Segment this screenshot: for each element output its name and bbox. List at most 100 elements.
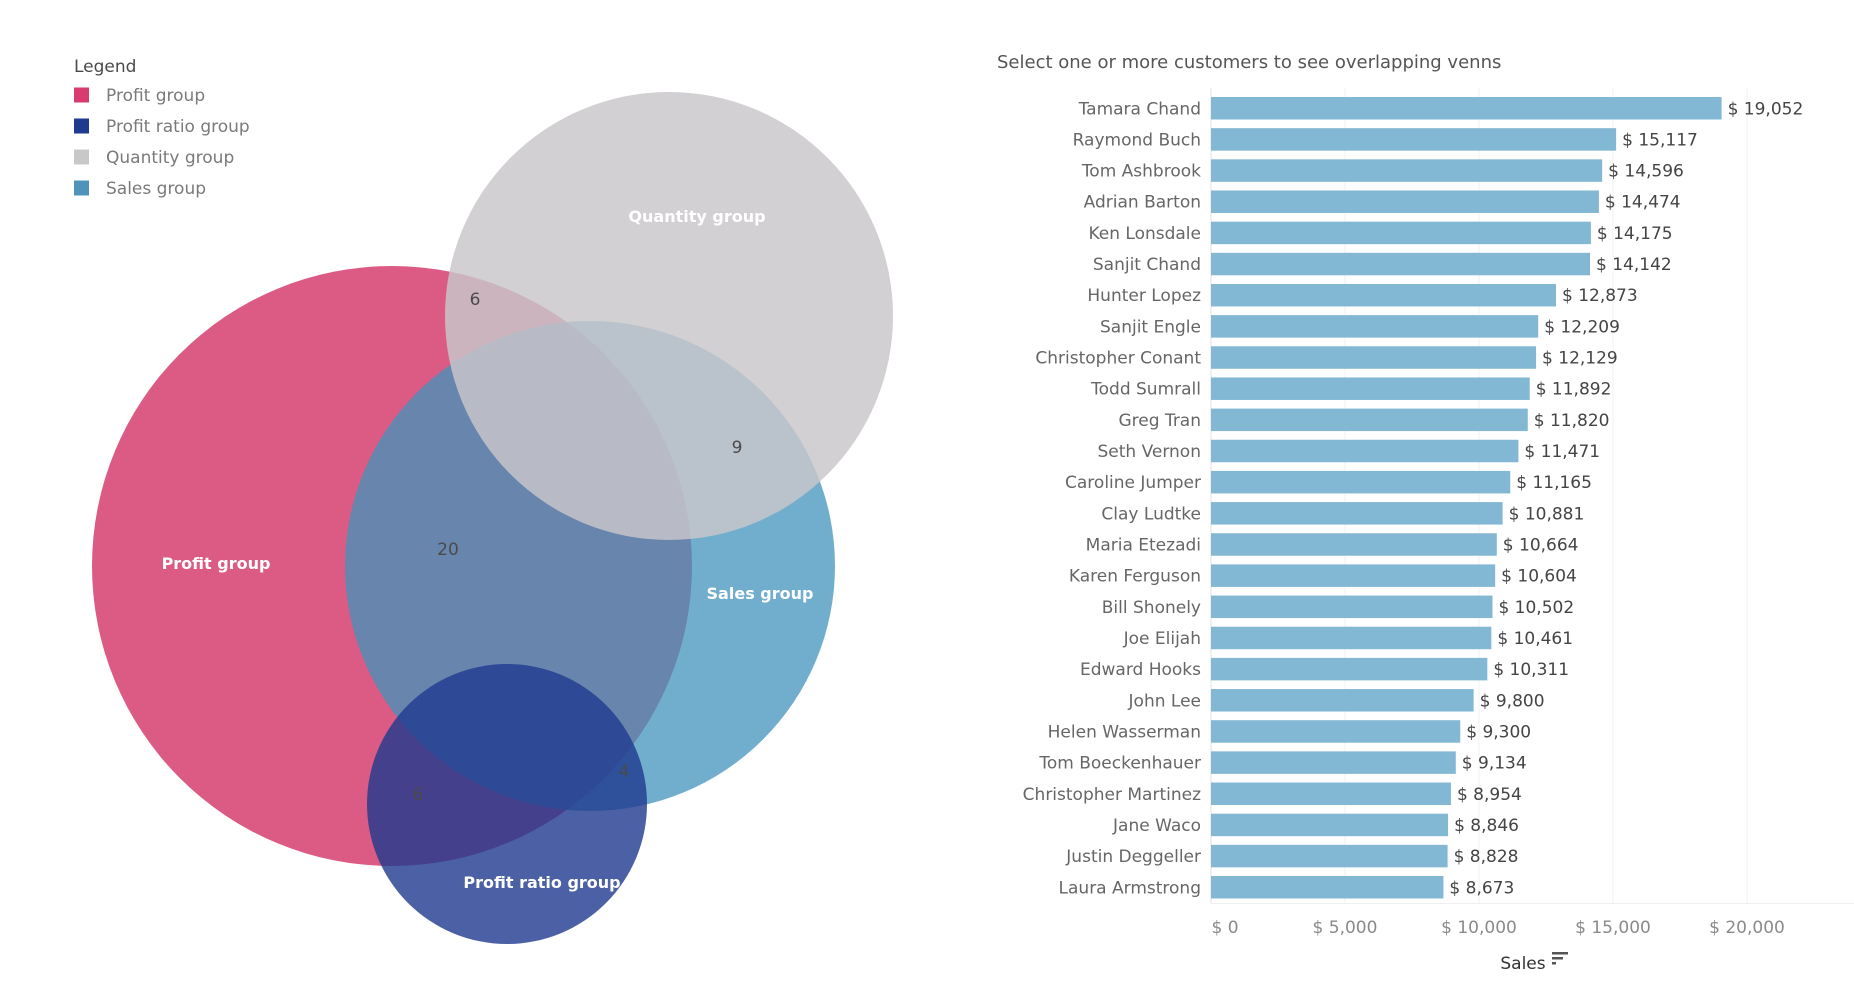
bar-row[interactable]: John Lee $ 9,800: [1128, 689, 1545, 712]
x-tick-label: $ 5,000: [1313, 918, 1378, 938]
customer-label[interactable]: Tamara Chand: [1078, 99, 1201, 119]
bar-row[interactable]: Justin Deggeller $ 8,828: [1065, 844, 1518, 868]
bar[interactable]: [1211, 221, 1591, 245]
customer-label[interactable]: Justin Deggeller: [1065, 847, 1201, 867]
bar-row[interactable]: Tamara Chand $ 19,052: [1078, 97, 1804, 120]
customer-label[interactable]: Ken Lonsdale: [1088, 224, 1201, 244]
bar-row[interactable]: Seth Vernon $ 11,471: [1097, 439, 1600, 463]
bar[interactable]: [1211, 408, 1528, 432]
bar[interactable]: [1211, 159, 1603, 182]
bar-row[interactable]: Tom Ashbrook $ 14,596: [1081, 159, 1684, 182]
customer-label[interactable]: Helen Wasserman: [1048, 722, 1201, 742]
bar-value-label: $ 10,604: [1501, 567, 1577, 587]
bar[interactable]: [1211, 751, 1456, 774]
bar[interactable]: [1211, 128, 1617, 151]
bar[interactable]: [1211, 533, 1497, 556]
customer-label[interactable]: Seth Vernon: [1097, 442, 1201, 462]
bar[interactable]: [1211, 813, 1449, 837]
bar[interactable]: [1211, 283, 1556, 307]
bar[interactable]: [1211, 439, 1519, 463]
bar-value-label: $ 11,892: [1536, 380, 1612, 400]
sort-descending-icon[interactable]: [1552, 952, 1568, 965]
bar-value-label: $ 19,052: [1728, 99, 1804, 119]
customer-label[interactable]: Tom Boeckenhauer: [1038, 754, 1201, 774]
bar-value-label: $ 11,820: [1534, 411, 1610, 431]
bar[interactable]: [1211, 595, 1493, 619]
bar-row[interactable]: Adrian Barton $ 14,474: [1084, 190, 1681, 213]
x-tick-label: $ 0: [1211, 918, 1238, 938]
bar-value-label: $ 9,800: [1480, 691, 1545, 711]
customer-label[interactable]: Laura Armstrong: [1059, 878, 1201, 898]
bar-value-label: $ 11,471: [1524, 442, 1600, 462]
bar[interactable]: [1211, 377, 1530, 400]
bar[interactable]: [1211, 346, 1537, 369]
bar-row[interactable]: Caroline Jumper $ 11,165: [1065, 470, 1592, 494]
bar-row[interactable]: Laura Armstrong $ 8,673: [1059, 876, 1515, 899]
customer-label[interactable]: Sanjit Engle: [1100, 317, 1201, 337]
bar-row[interactable]: Bill Shonely $ 10,502: [1102, 595, 1574, 619]
bar[interactable]: [1211, 844, 1448, 868]
customer-label[interactable]: Clay Ludtke: [1101, 504, 1201, 524]
customer-label[interactable]: John Lee: [1128, 691, 1201, 711]
bar[interactable]: [1211, 470, 1511, 494]
customer-label[interactable]: Maria Etezadi: [1086, 535, 1201, 555]
bar[interactable]: [1211, 97, 1722, 120]
bar-value-label: $ 8,846: [1454, 816, 1519, 836]
customer-label[interactable]: Todd Sumrall: [1090, 380, 1201, 400]
bar-row[interactable]: Raymond Buch $ 15,117: [1073, 128, 1698, 151]
customer-label[interactable]: Sanjit Chand: [1093, 255, 1201, 275]
customer-label[interactable]: Caroline Jumper: [1065, 473, 1201, 493]
bar-row[interactable]: Karen Ferguson $ 10,604: [1069, 564, 1577, 587]
bar-row[interactable]: Clay Ludtke $ 10,881: [1101, 502, 1584, 525]
bar-value-label: $ 11,165: [1516, 473, 1592, 493]
customer-label[interactable]: Tom Ashbrook: [1081, 162, 1201, 182]
bar[interactable]: [1211, 782, 1451, 806]
bar-row[interactable]: Hunter Lopez $ 12,873: [1087, 283, 1638, 307]
bar-row[interactable]: Edward Hooks $ 10,311: [1080, 657, 1569, 681]
bar-value-label: $ 12,209: [1544, 317, 1620, 337]
bar-row[interactable]: Maria Etezadi $ 10,664: [1086, 533, 1579, 556]
customer-label[interactable]: Greg Tran: [1118, 411, 1201, 431]
customer-label[interactable]: Hunter Lopez: [1087, 286, 1201, 306]
bar-value-label: $ 14,142: [1596, 255, 1672, 275]
bar[interactable]: [1211, 876, 1444, 899]
bar-row[interactable]: Todd Sumrall $ 11,892: [1090, 377, 1611, 400]
customer-label[interactable]: Edward Hooks: [1080, 660, 1201, 680]
bar-row[interactable]: Sanjit Chand $ 14,142: [1093, 252, 1672, 276]
bar[interactable]: [1211, 720, 1461, 743]
bar-value-label: $ 14,474: [1605, 193, 1681, 213]
x-tick-label: $ 15,000: [1575, 918, 1651, 938]
bar-row[interactable]: Ken Lonsdale $ 14,175: [1088, 221, 1673, 245]
bar[interactable]: [1211, 315, 1539, 338]
bar[interactable]: [1211, 689, 1474, 712]
customer-label[interactable]: Christopher Martinez: [1023, 785, 1201, 805]
bar[interactable]: [1211, 626, 1492, 650]
bar-row[interactable]: Joe Elijah $ 10,461: [1123, 626, 1573, 650]
bar-row[interactable]: Sanjit Engle $ 12,209: [1100, 315, 1620, 338]
bar[interactable]: [1211, 252, 1591, 276]
bar-row[interactable]: Jane Waco $ 8,846: [1112, 813, 1519, 837]
bar-value-label: $ 14,596: [1608, 162, 1684, 182]
customer-label[interactable]: Joe Elijah: [1123, 629, 1201, 649]
bar-value-label: $ 9,300: [1466, 722, 1531, 742]
customer-label[interactable]: Jane Waco: [1112, 816, 1201, 836]
x-tick-label: $ 20,000: [1709, 918, 1785, 938]
x-axis-title[interactable]: Sales: [1500, 954, 1545, 974]
bar[interactable]: [1211, 564, 1496, 587]
customer-label[interactable]: Karen Ferguson: [1069, 567, 1201, 587]
bar-value-label: $ 9,134: [1462, 754, 1527, 774]
bar-row[interactable]: Christopher Conant $ 12,129: [1035, 346, 1618, 369]
customer-label[interactable]: Adrian Barton: [1084, 193, 1201, 213]
bar-row[interactable]: Greg Tran $ 11,820: [1118, 408, 1610, 432]
bar-value-label: $ 10,311: [1493, 660, 1569, 680]
customer-label[interactable]: Christopher Conant: [1035, 349, 1201, 369]
bar-row[interactable]: Tom Boeckenhauer $ 9,134: [1038, 751, 1527, 774]
bar[interactable]: [1211, 502, 1503, 525]
customer-label[interactable]: Bill Shonely: [1102, 598, 1201, 618]
bar-value-label: $ 8,673: [1449, 878, 1514, 898]
bar[interactable]: [1211, 657, 1488, 681]
bar-row[interactable]: Christopher Martinez $ 8,954: [1023, 782, 1522, 806]
customer-label[interactable]: Raymond Buch: [1073, 130, 1201, 150]
bar[interactable]: [1211, 190, 1599, 213]
bar-row[interactable]: Helen Wasserman $ 9,300: [1048, 720, 1531, 743]
